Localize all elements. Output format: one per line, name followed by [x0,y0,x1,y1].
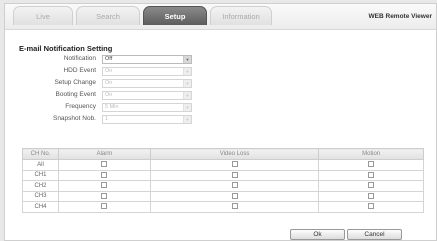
column-header: Motion [318,148,424,160]
channel-label: CH3 [22,190,59,202]
setup-change-select[interactable]: On ▼ [102,79,192,88]
alarm-checkbox[interactable] [101,192,108,199]
motion-checkbox[interactable] [368,192,375,199]
app-title: WEB Remote Viewer [368,13,432,20]
column-header: Video Loss [149,148,320,160]
table-row: All [22,159,424,171]
channel-label: CH1 [22,169,59,181]
table-row: CH3 [22,190,424,202]
table-header: CH No. Alarm Video Loss Motion [22,148,424,160]
tab-bar: Live Search Setup Information WEB Remote… [5,4,436,30]
chevron-down-icon: ▼ [183,56,191,63]
video-loss-checkbox[interactable] [231,192,238,199]
video-loss-checkbox[interactable] [231,203,238,210]
alarm-checkbox[interactable] [101,203,108,210]
tab-search[interactable]: Search [76,6,140,25]
motion-checkbox[interactable] [368,171,375,178]
snapshot-label: Snapshot Nob. [52,115,96,122]
chevron-down-icon: ▼ [183,104,191,111]
notification-value: Off [105,56,113,62]
tab-information[interactable]: Information [210,6,272,25]
channel-label: CH4 [22,201,59,213]
ok-button[interactable]: Ok [290,229,345,240]
column-header: CH No. [22,148,59,160]
hdd-event-label: HDD Event [63,67,96,74]
table-row: CH2 [22,180,424,192]
alarm-checkbox[interactable] [101,161,108,168]
table-row: CH1 [22,169,424,181]
video-loss-checkbox[interactable] [231,182,238,189]
section-title: E-mail Notification Setting [19,44,113,53]
motion-checkbox[interactable] [368,203,375,210]
alarm-checkbox[interactable] [101,182,108,189]
chevron-down-icon: ▼ [183,68,191,75]
notification-select[interactable]: Off ▼ [102,55,192,64]
setup-change-label: Setup Change [54,79,96,86]
booting-event-select[interactable]: On ▼ [102,91,192,100]
motion-checkbox[interactable] [368,161,375,168]
motion-checkbox[interactable] [368,182,375,189]
channel-label: CH2 [22,180,59,192]
hdd-event-value: On [105,68,113,74]
channel-label: All [22,159,59,171]
booting-event-value: On [105,92,113,98]
chevron-down-icon: ▼ [183,80,191,87]
frequency-label: Frequency [65,103,96,110]
notification-label: Notification [63,55,96,62]
snapshot-value: 1 [105,116,109,122]
setup-change-value: On [105,80,113,86]
cancel-button[interactable]: Cancel [347,229,402,240]
event-table: CH No. Alarm Video Loss Motion All CH1 C… [22,148,424,213]
chevron-down-icon: ▼ [183,116,191,123]
snapshot-select[interactable]: 1 ▼ [102,115,192,124]
table-row: CH4 [22,201,424,213]
frequency-value: 5 Min [105,104,119,110]
window: Live Search Setup Information WEB Remote… [4,3,437,241]
chevron-down-icon: ▼ [183,92,191,99]
tab-setup[interactable]: Setup [143,6,207,25]
video-loss-checkbox[interactable] [231,161,238,168]
booting-event-label: Booting Event [55,91,96,98]
hdd-event-select[interactable]: On ▼ [102,67,192,76]
frequency-select[interactable]: 5 Min ▼ [102,103,192,112]
video-loss-checkbox[interactable] [231,171,238,178]
alarm-checkbox[interactable] [101,171,108,178]
column-header: Alarm [58,148,151,160]
tab-live[interactable]: Live [13,6,73,25]
